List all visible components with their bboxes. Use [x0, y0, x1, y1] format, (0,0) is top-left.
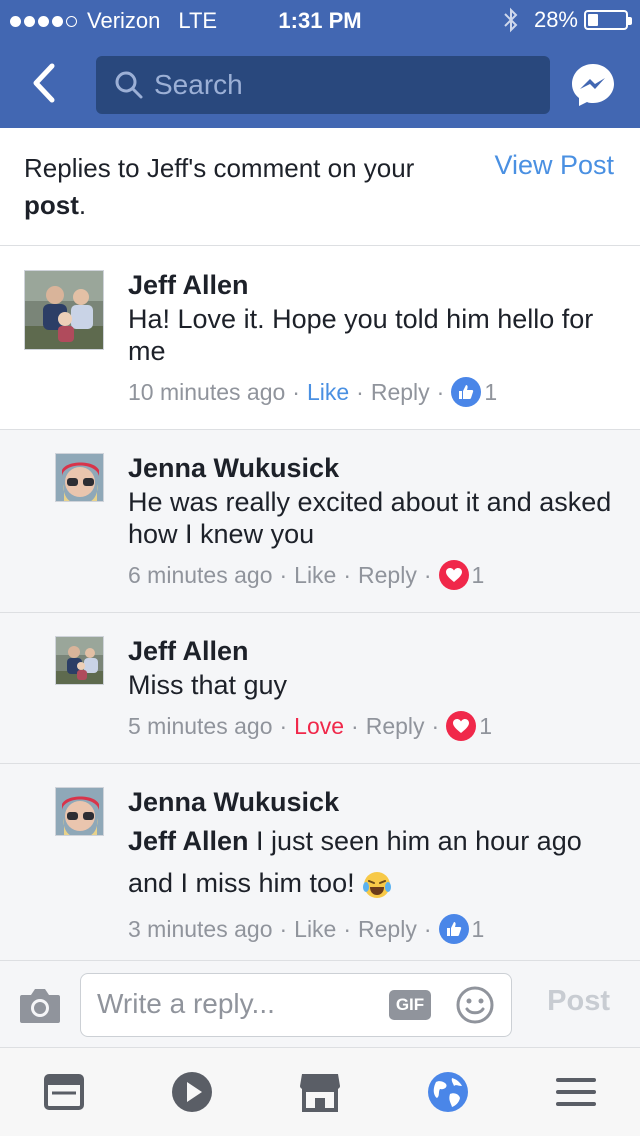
comment-author[interactable]: Jeff Allen	[128, 635, 620, 667]
like-button[interactable]: Like	[307, 379, 349, 406]
like-button[interactable]: Like	[294, 916, 336, 943]
messenger-icon[interactable]	[570, 62, 616, 108]
reply-placeholder: Write a reply...	[97, 988, 275, 1019]
search-input[interactable]: Search	[96, 56, 550, 114]
comment-text: Jeff Allen I just seen him an hour ago a…	[128, 826, 582, 898]
back-arrow-icon[interactable]	[22, 60, 68, 106]
camera-icon[interactable]	[18, 985, 62, 1025]
sticker-smile-icon[interactable]	[455, 985, 495, 1025]
comment-meta: 5 minutes ago · Love · Reply · 1	[128, 711, 620, 741]
search-icon	[115, 71, 143, 99]
reply-button[interactable]: Reply	[358, 562, 417, 589]
like-reaction-icon[interactable]	[438, 914, 469, 944]
video-play-icon[interactable]	[170, 1070, 214, 1114]
nav-bar: Search	[0, 42, 640, 128]
mention-link[interactable]: Jeff Allen	[128, 826, 249, 856]
replies-header: Replies to Jeff's comment on your post. …	[0, 128, 640, 246]
comment-meta: 6 minutes ago · Like · Reply · 1	[128, 560, 620, 590]
reply-item: Jenna Wukusick Jeff Allen I just seen hi…	[0, 764, 640, 960]
gif-button[interactable]: GIF	[389, 990, 431, 1020]
comment-item: Jeff Allen Ha! Love it. Hope you told hi…	[0, 247, 640, 430]
reply-item: Jeff Allen Miss that guy 5 minutes ago ·…	[0, 613, 640, 764]
menu-icon[interactable]	[554, 1070, 598, 1114]
avatar[interactable]	[55, 453, 104, 502]
top-bar: Verizon LTE 1:31 PM 28% Search	[0, 0, 640, 128]
comment-text: He was really excited about it and asked…	[128, 487, 612, 549]
replies-header-text: Replies to Jeff's comment on your post.	[24, 153, 415, 220]
reaction-count[interactable]: 1	[484, 379, 497, 406]
comment-time: 6 minutes ago	[128, 561, 273, 588]
love-reaction-icon[interactable]	[438, 560, 469, 590]
status-bar: Verizon LTE 1:31 PM 28%	[0, 0, 640, 42]
reaction-count[interactable]: 1	[472, 562, 485, 589]
comment-time: 5 minutes ago	[128, 712, 273, 739]
search-placeholder: Search	[154, 69, 243, 100]
bluetooth-icon	[504, 7, 518, 33]
love-button[interactable]: Love	[294, 713, 344, 740]
comment-meta: 10 minutes ago · Like · Reply · 1	[128, 377, 620, 407]
reply-input[interactable]: Write a reply... GIF	[80, 973, 512, 1037]
reply-composer: Write a reply... GIF Post	[0, 960, 640, 1048]
comment-text: Miss that guy	[128, 670, 288, 700]
comment-author[interactable]: Jeff Allen	[128, 269, 620, 301]
comment-text: Ha! Love it. Hope you told him hello for…	[128, 304, 594, 366]
reaction-count[interactable]: 1	[472, 916, 485, 943]
post-link[interactable]: post	[24, 190, 79, 220]
post-button[interactable]: Post	[547, 985, 610, 1018]
comment-author[interactable]: Jenna Wukusick	[128, 786, 620, 818]
avatar[interactable]	[55, 636, 104, 685]
battery-icon	[584, 10, 632, 30]
comment-time: 10 minutes ago	[128, 378, 286, 405]
comment-meta: 3 minutes ago · Like · Reply · 1	[128, 914, 620, 944]
marketplace-icon[interactable]	[298, 1070, 342, 1114]
comment-time: 3 minutes ago	[128, 915, 273, 942]
news-feed-icon[interactable]	[42, 1070, 86, 1114]
reply-button[interactable]: Reply	[358, 916, 417, 943]
globe-notifications-icon[interactable]	[426, 1070, 470, 1114]
comment-author[interactable]: Jenna Wukusick	[128, 452, 620, 484]
tab-bar	[0, 1048, 640, 1136]
love-reaction-icon[interactable]	[446, 711, 477, 741]
like-reaction-icon[interactable]	[451, 377, 482, 407]
like-button[interactable]: Like	[294, 562, 336, 589]
reaction-count[interactable]: 1	[479, 713, 492, 740]
reply-button[interactable]: Reply	[366, 713, 425, 740]
battery-percent: 28%	[533, 7, 578, 32]
reply-item: Jenna Wukusick He was really excited abo…	[0, 430, 640, 613]
reply-button[interactable]: Reply	[371, 379, 430, 406]
avatar[interactable]	[55, 787, 104, 836]
view-post-link[interactable]: View Post	[494, 150, 614, 181]
laughing-tears-emoji-icon	[363, 871, 392, 898]
avatar[interactable]	[24, 270, 104, 350]
